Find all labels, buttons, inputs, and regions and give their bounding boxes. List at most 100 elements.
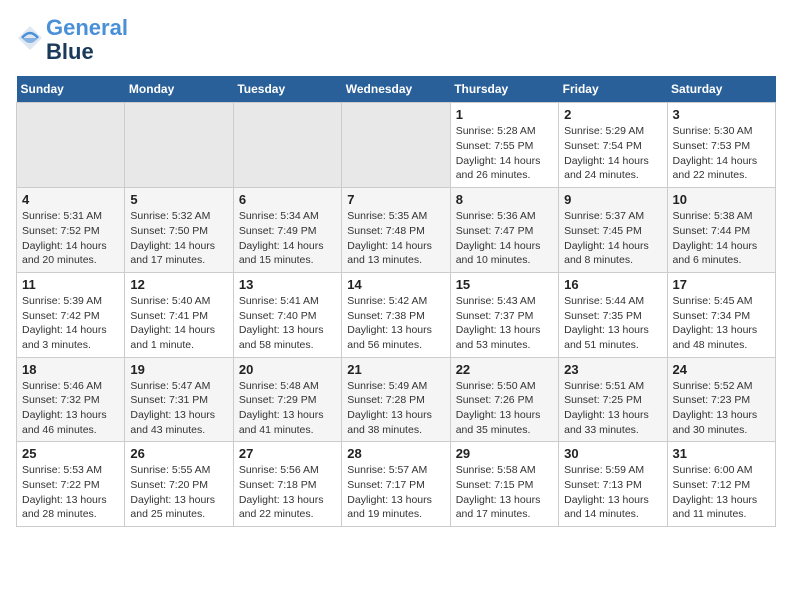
day-info: Sunrise: 5:31 AM Sunset: 7:52 PM Dayligh…	[22, 209, 119, 268]
calendar-week-5: 25 Sunrise: 5:53 AM Sunset: 7:22 PM Dayl…	[17, 442, 776, 527]
calendar-cell: 22 Sunrise: 5:50 AM Sunset: 7:26 PM Dayl…	[450, 357, 558, 442]
calendar-cell: 8 Sunrise: 5:36 AM Sunset: 7:47 PM Dayli…	[450, 188, 558, 273]
day-info: Sunrise: 5:37 AM Sunset: 7:45 PM Dayligh…	[564, 209, 661, 268]
day-info: Sunrise: 5:40 AM Sunset: 7:41 PM Dayligh…	[130, 294, 227, 353]
calendar-cell: 20 Sunrise: 5:48 AM Sunset: 7:29 PM Dayl…	[233, 357, 341, 442]
day-info: Sunrise: 5:52 AM Sunset: 7:23 PM Dayligh…	[673, 379, 770, 438]
day-info: Sunrise: 5:46 AM Sunset: 7:32 PM Dayligh…	[22, 379, 119, 438]
weekday-header-thursday: Thursday	[450, 76, 558, 103]
logo: GeneralBlue	[16, 16, 128, 64]
weekday-header-wednesday: Wednesday	[342, 76, 450, 103]
weekday-header-row: SundayMondayTuesdayWednesdayThursdayFrid…	[17, 76, 776, 103]
calendar-cell: 27 Sunrise: 5:56 AM Sunset: 7:18 PM Dayl…	[233, 442, 341, 527]
calendar-cell: 24 Sunrise: 5:52 AM Sunset: 7:23 PM Dayl…	[667, 357, 775, 442]
day-number: 28	[347, 446, 444, 461]
day-number: 5	[130, 192, 227, 207]
day-info: Sunrise: 5:29 AM Sunset: 7:54 PM Dayligh…	[564, 124, 661, 183]
calendar-week-3: 11 Sunrise: 5:39 AM Sunset: 7:42 PM Dayl…	[17, 272, 776, 357]
day-info: Sunrise: 5:35 AM Sunset: 7:48 PM Dayligh…	[347, 209, 444, 268]
day-info: Sunrise: 5:43 AM Sunset: 7:37 PM Dayligh…	[456, 294, 553, 353]
day-info: Sunrise: 5:39 AM Sunset: 7:42 PM Dayligh…	[22, 294, 119, 353]
day-number: 2	[564, 107, 661, 122]
calendar-cell: 9 Sunrise: 5:37 AM Sunset: 7:45 PM Dayli…	[559, 188, 667, 273]
calendar-cell: 21 Sunrise: 5:49 AM Sunset: 7:28 PM Dayl…	[342, 357, 450, 442]
calendar-cell: 29 Sunrise: 5:58 AM Sunset: 7:15 PM Dayl…	[450, 442, 558, 527]
calendar-cell: 10 Sunrise: 5:38 AM Sunset: 7:44 PM Dayl…	[667, 188, 775, 273]
day-number: 31	[673, 446, 770, 461]
day-number: 18	[22, 362, 119, 377]
calendar-week-4: 18 Sunrise: 5:46 AM Sunset: 7:32 PM Dayl…	[17, 357, 776, 442]
day-info: Sunrise: 5:56 AM Sunset: 7:18 PM Dayligh…	[239, 463, 336, 522]
day-number: 14	[347, 277, 444, 292]
calendar-week-2: 4 Sunrise: 5:31 AM Sunset: 7:52 PM Dayli…	[17, 188, 776, 273]
calendar-cell: 13 Sunrise: 5:41 AM Sunset: 7:40 PM Dayl…	[233, 272, 341, 357]
calendar-cell	[17, 103, 125, 188]
day-info: Sunrise: 5:51 AM Sunset: 7:25 PM Dayligh…	[564, 379, 661, 438]
calendar-cell: 5 Sunrise: 5:32 AM Sunset: 7:50 PM Dayli…	[125, 188, 233, 273]
calendar-cell: 2 Sunrise: 5:29 AM Sunset: 7:54 PM Dayli…	[559, 103, 667, 188]
day-info: Sunrise: 5:28 AM Sunset: 7:55 PM Dayligh…	[456, 124, 553, 183]
day-number: 30	[564, 446, 661, 461]
day-number: 11	[22, 277, 119, 292]
day-info: Sunrise: 5:53 AM Sunset: 7:22 PM Dayligh…	[22, 463, 119, 522]
calendar-cell: 7 Sunrise: 5:35 AM Sunset: 7:48 PM Dayli…	[342, 188, 450, 273]
calendar-cell: 11 Sunrise: 5:39 AM Sunset: 7:42 PM Dayl…	[17, 272, 125, 357]
calendar-cell: 28 Sunrise: 5:57 AM Sunset: 7:17 PM Dayl…	[342, 442, 450, 527]
day-info: Sunrise: 5:36 AM Sunset: 7:47 PM Dayligh…	[456, 209, 553, 268]
calendar-cell: 4 Sunrise: 5:31 AM Sunset: 7:52 PM Dayli…	[17, 188, 125, 273]
calendar-week-1: 1 Sunrise: 5:28 AM Sunset: 7:55 PM Dayli…	[17, 103, 776, 188]
day-number: 19	[130, 362, 227, 377]
calendar-cell: 15 Sunrise: 5:43 AM Sunset: 7:37 PM Dayl…	[450, 272, 558, 357]
day-number: 13	[239, 277, 336, 292]
day-info: Sunrise: 5:30 AM Sunset: 7:53 PM Dayligh…	[673, 124, 770, 183]
calendar-cell: 17 Sunrise: 5:45 AM Sunset: 7:34 PM Dayl…	[667, 272, 775, 357]
day-number: 4	[22, 192, 119, 207]
calendar-cell: 30 Sunrise: 5:59 AM Sunset: 7:13 PM Dayl…	[559, 442, 667, 527]
day-info: Sunrise: 5:57 AM Sunset: 7:17 PM Dayligh…	[347, 463, 444, 522]
calendar-cell	[342, 103, 450, 188]
calendar-cell: 25 Sunrise: 5:53 AM Sunset: 7:22 PM Dayl…	[17, 442, 125, 527]
day-number: 27	[239, 446, 336, 461]
day-info: Sunrise: 5:49 AM Sunset: 7:28 PM Dayligh…	[347, 379, 444, 438]
day-info: Sunrise: 5:55 AM Sunset: 7:20 PM Dayligh…	[130, 463, 227, 522]
day-info: Sunrise: 5:34 AM Sunset: 7:49 PM Dayligh…	[239, 209, 336, 268]
logo-text: GeneralBlue	[46, 16, 128, 64]
day-number: 20	[239, 362, 336, 377]
weekday-header-monday: Monday	[125, 76, 233, 103]
page-header: GeneralBlue	[16, 16, 776, 64]
day-info: Sunrise: 6:00 AM Sunset: 7:12 PM Dayligh…	[673, 463, 770, 522]
logo-icon	[16, 24, 44, 52]
calendar-cell	[125, 103, 233, 188]
calendar-cell: 1 Sunrise: 5:28 AM Sunset: 7:55 PM Dayli…	[450, 103, 558, 188]
day-info: Sunrise: 5:59 AM Sunset: 7:13 PM Dayligh…	[564, 463, 661, 522]
day-info: Sunrise: 5:58 AM Sunset: 7:15 PM Dayligh…	[456, 463, 553, 522]
calendar-cell: 23 Sunrise: 5:51 AM Sunset: 7:25 PM Dayl…	[559, 357, 667, 442]
day-number: 1	[456, 107, 553, 122]
calendar-cell: 19 Sunrise: 5:47 AM Sunset: 7:31 PM Dayl…	[125, 357, 233, 442]
weekday-header-tuesday: Tuesday	[233, 76, 341, 103]
day-info: Sunrise: 5:50 AM Sunset: 7:26 PM Dayligh…	[456, 379, 553, 438]
day-number: 21	[347, 362, 444, 377]
calendar-cell: 3 Sunrise: 5:30 AM Sunset: 7:53 PM Dayli…	[667, 103, 775, 188]
weekday-header-friday: Friday	[559, 76, 667, 103]
day-info: Sunrise: 5:41 AM Sunset: 7:40 PM Dayligh…	[239, 294, 336, 353]
day-number: 17	[673, 277, 770, 292]
day-info: Sunrise: 5:45 AM Sunset: 7:34 PM Dayligh…	[673, 294, 770, 353]
day-number: 7	[347, 192, 444, 207]
day-info: Sunrise: 5:32 AM Sunset: 7:50 PM Dayligh…	[130, 209, 227, 268]
calendar-cell	[233, 103, 341, 188]
day-number: 25	[22, 446, 119, 461]
day-number: 22	[456, 362, 553, 377]
calendar-cell: 12 Sunrise: 5:40 AM Sunset: 7:41 PM Dayl…	[125, 272, 233, 357]
day-info: Sunrise: 5:44 AM Sunset: 7:35 PM Dayligh…	[564, 294, 661, 353]
day-number: 16	[564, 277, 661, 292]
day-number: 9	[564, 192, 661, 207]
day-number: 10	[673, 192, 770, 207]
day-info: Sunrise: 5:38 AM Sunset: 7:44 PM Dayligh…	[673, 209, 770, 268]
day-number: 3	[673, 107, 770, 122]
day-info: Sunrise: 5:42 AM Sunset: 7:38 PM Dayligh…	[347, 294, 444, 353]
calendar-cell: 14 Sunrise: 5:42 AM Sunset: 7:38 PM Dayl…	[342, 272, 450, 357]
day-number: 15	[456, 277, 553, 292]
day-number: 8	[456, 192, 553, 207]
calendar-cell: 16 Sunrise: 5:44 AM Sunset: 7:35 PM Dayl…	[559, 272, 667, 357]
